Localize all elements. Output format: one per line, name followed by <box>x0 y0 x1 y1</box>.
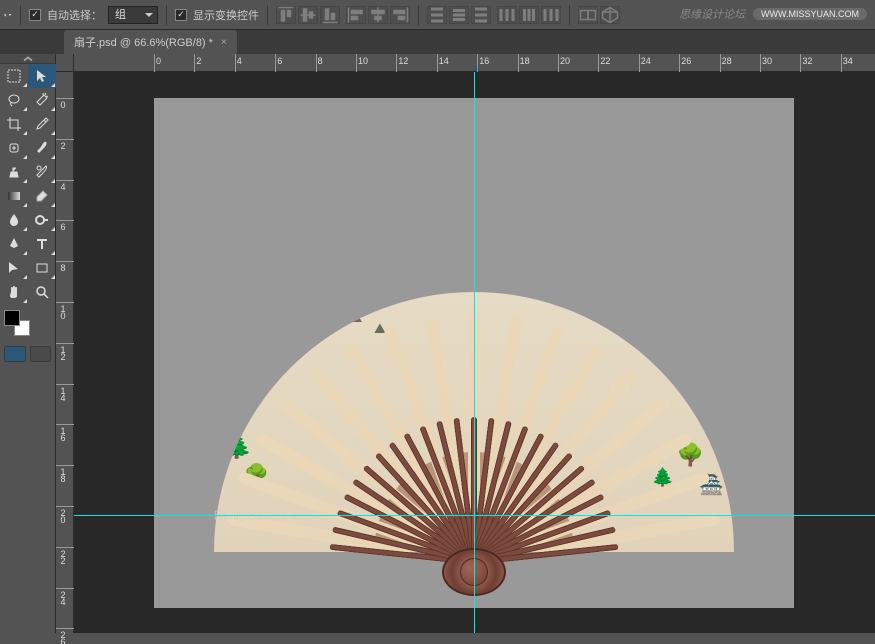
align-top-icon[interactable] <box>276 6 296 24</box>
crop-tool[interactable] <box>0 112 28 136</box>
dist-top-icon[interactable] <box>427 6 447 24</box>
align-left-icon[interactable] <box>346 6 366 24</box>
vertical-ruler[interactable]: 02468101214161820222426 <box>56 72 74 633</box>
move-tool-indicator[interactable] <box>4 13 12 17</box>
dist-vcenter-icon[interactable] <box>449 6 469 24</box>
eyedropper-tool[interactable] <box>28 112 56 136</box>
pen-tool[interactable] <box>0 232 28 256</box>
document-tab[interactable]: 扇子.psd @ 66.6%(RGB/8) * × <box>64 30 237 54</box>
foreground-swatch[interactable] <box>4 310 20 326</box>
close-tab-icon[interactable]: × <box>221 37 227 48</box>
separator <box>20 5 21 25</box>
distribute-group-1 <box>427 6 491 24</box>
history-brush-tool[interactable] <box>28 160 56 184</box>
horizontal-guide[interactable] <box>74 515 875 516</box>
watermark-text: 思缘设计论坛 <box>679 6 745 22</box>
hand-tool[interactable] <box>0 280 28 304</box>
workspace: 02468101214161820222426283032343638 0246… <box>56 54 875 633</box>
document-tab-title: 扇子.psd @ 66.6%(RGB/8) * <box>74 34 213 50</box>
dist-left-icon[interactable] <box>497 6 517 24</box>
zoom-tool[interactable] <box>28 280 56 304</box>
auto-align-group <box>578 6 620 24</box>
separator <box>569 5 570 25</box>
dist-hcenter-icon[interactable] <box>519 6 539 24</box>
ruler-corner[interactable] <box>56 54 74 72</box>
align-vcenter-icon[interactable] <box>298 6 318 24</box>
vertical-guide[interactable] <box>474 72 475 633</box>
options-bar: ✓ 自动选择： 组 ✓ 显示变换控件 思缘设计论坛 WWW.MISSYUAN.C… <box>0 0 875 30</box>
auto-align-icon[interactable] <box>578 6 598 24</box>
show-transform-checkbox[interactable]: ✓ <box>175 9 187 21</box>
tools-grid <box>0 64 55 304</box>
tools-collapse-icon[interactable] <box>0 54 55 64</box>
rectangle-tool[interactable] <box>28 256 56 280</box>
distribute-group-2 <box>497 6 561 24</box>
blur-tool[interactable] <box>0 208 28 232</box>
watermark-area: 思缘设计论坛 WWW.MISSYUAN.COM <box>679 6 867 22</box>
document-tab-bar: 扇子.psd @ 66.6%(RGB/8) * × <box>0 30 875 54</box>
eraser-tool[interactable] <box>28 184 56 208</box>
tools-panel <box>0 54 56 633</box>
horizontal-ruler[interactable]: 02468101214161820222426283032343638 <box>74 54 875 72</box>
separator <box>418 5 419 25</box>
clone-stamp-tool[interactable] <box>0 160 28 184</box>
color-swatches[interactable] <box>4 310 30 336</box>
separator <box>267 5 268 25</box>
quick-mask-icon[interactable] <box>30 346 52 362</box>
auto-select-checkbox[interactable]: ✓ <box>29 9 41 21</box>
align-hcenter-icon[interactable] <box>368 6 388 24</box>
align-bottom-icon[interactable] <box>320 6 340 24</box>
gradient-tool[interactable] <box>0 184 28 208</box>
dist-right-icon[interactable] <box>541 6 561 24</box>
lasso-tool[interactable] <box>0 88 28 112</box>
watermark-url: WWW.MISSYUAN.COM <box>753 8 867 20</box>
path-selection-tool[interactable] <box>0 256 28 280</box>
marquee-tool[interactable] <box>0 64 28 88</box>
screen-mode-group <box>0 342 55 366</box>
align-group-1 <box>276 6 340 24</box>
3d-mode-icon[interactable] <box>600 6 620 24</box>
dodge-tool[interactable] <box>28 208 56 232</box>
type-tool[interactable] <box>28 232 56 256</box>
align-group-2 <box>346 6 410 24</box>
separator <box>166 5 167 25</box>
standard-mode-icon[interactable] <box>4 346 26 362</box>
show-transform-label: 显示变换控件 <box>193 7 259 23</box>
auto-select-dropdown[interactable]: 组 <box>108 6 158 24</box>
auto-select-label: 自动选择： <box>47 7 102 23</box>
brush-tool[interactable] <box>28 136 56 160</box>
magic-wand-tool[interactable] <box>28 88 56 112</box>
healing-brush-tool[interactable] <box>0 136 28 160</box>
dist-bottom-icon[interactable] <box>471 6 491 24</box>
move-tool[interactable] <box>28 64 56 88</box>
canvas-area[interactable]: ⛰︎ ⛰︎ ⛰︎ 🌲 🌳 🌳 🌲 🏯 昵 nipic.com / som <box>74 72 875 633</box>
align-right-icon[interactable] <box>390 6 410 24</box>
